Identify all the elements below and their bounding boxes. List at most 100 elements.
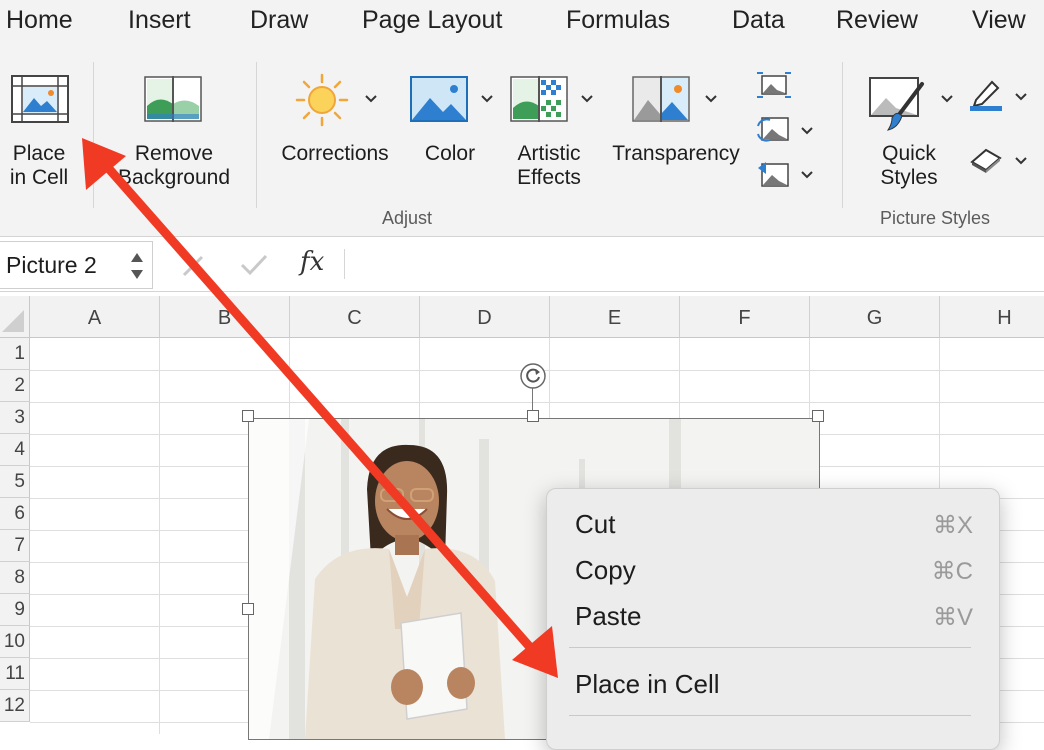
row-header-1[interactable]: 1 <box>0 338 30 370</box>
column-header-b[interactable]: B <box>160 296 290 338</box>
resize-handle-top[interactable] <box>527 410 539 422</box>
chevron-down-icon[interactable] <box>480 94 494 104</box>
change-picture-icon[interactable] <box>756 114 792 144</box>
menu-item-shortcut: ⌘V <box>932 604 973 631</box>
row-header-10[interactable]: 10 <box>0 626 30 658</box>
menu-item-paste[interactable]: Paste ⌘V <box>547 597 999 637</box>
row-header-8[interactable]: 8 <box>0 562 30 594</box>
menu-item-copy[interactable]: Copy ⌘C <box>547 551 999 591</box>
stepper-arrows-icon[interactable] <box>128 250 146 282</box>
rotate-handle-icon[interactable] <box>519 362 547 390</box>
row-header-2[interactable]: 2 <box>0 370 30 402</box>
row-header-4[interactable]: 4 <box>0 434 30 466</box>
row-header-7[interactable]: 7 <box>0 530 30 562</box>
place-in-cell-label: Place in Cell <box>9 142 69 189</box>
chevron-down-icon[interactable] <box>1014 92 1028 102</box>
resize-handle-top-left[interactable] <box>242 410 254 422</box>
remove-background-label: Remove Background <box>117 142 231 189</box>
chevron-down-icon[interactable] <box>580 94 594 104</box>
tab-view[interactable]: View <box>972 6 1026 35</box>
place-in-cell-button[interactable]: Place in Cell <box>0 48 84 198</box>
row-header-11[interactable]: 11 <box>0 658 30 690</box>
row-header-6[interactable]: 6 <box>0 498 30 530</box>
formula-bar: Picture 2 fx <box>0 237 1044 292</box>
corrections-label: Corrections <box>281 142 389 165</box>
insert-function-button[interactable]: fx <box>300 247 324 277</box>
color-button[interactable]: Color <box>406 48 498 198</box>
column-header-f[interactable]: F <box>680 296 810 338</box>
chevron-down-icon[interactable] <box>800 170 814 180</box>
corrections-button[interactable]: Corrections <box>272 48 398 198</box>
chevron-down-icon[interactable] <box>704 94 718 104</box>
formula-divider <box>344 249 345 279</box>
tab-insert[interactable]: Insert <box>128 6 191 35</box>
compress-pictures-icon[interactable] <box>756 70 792 100</box>
menu-item-label: Cut <box>575 509 616 539</box>
chevron-down-icon[interactable] <box>364 94 378 104</box>
transparency-icon <box>632 76 690 122</box>
context-menu: Cut ⌘X Copy ⌘C Paste ⌘V Place in Cell <box>546 488 1000 750</box>
resize-handle-left[interactable] <box>242 603 254 615</box>
menu-item-shortcut: ⌘X <box>932 512 973 539</box>
quick-styles-label: Quick Styles <box>880 142 938 189</box>
menu-separator <box>569 647 971 648</box>
row-header-5[interactable]: 5 <box>0 466 30 498</box>
name-box-value: Picture 2 <box>6 252 97 278</box>
ribbon-tab-bar: Home Insert Draw Page Layout Formulas Da… <box>0 0 1044 48</box>
tab-data[interactable]: Data <box>732 6 785 35</box>
tab-draw[interactable]: Draw <box>250 6 308 35</box>
artistic-effects-label: Artistic Effects <box>517 142 581 189</box>
column-gridline <box>159 338 160 734</box>
picture-format-ribbon: Place in Cell Remove Background Correcti… <box>0 48 1044 237</box>
name-box[interactable]: Picture 2 <box>0 241 153 289</box>
row-header-3[interactable]: 3 <box>0 402 30 434</box>
picture-tools-stack <box>756 70 816 200</box>
row-gridline <box>30 402 1044 403</box>
quick-styles-icon <box>869 77 924 131</box>
tab-formulas[interactable]: Formulas <box>566 6 670 35</box>
color-label: Color <box>424 142 476 165</box>
sun-icon <box>295 73 349 127</box>
quick-styles-button[interactable]: Quick Styles <box>858 48 958 198</box>
column-header-d[interactable]: D <box>420 296 550 338</box>
place-in-cell-icon <box>11 75 69 123</box>
formula-input[interactable] <box>356 243 1042 285</box>
row-header-12[interactable]: 12 <box>0 690 30 722</box>
artistic-effects-button[interactable]: Artistic Effects <box>506 48 604 198</box>
select-all-triangle-icon <box>2 310 24 332</box>
menu-item-label: Place in Cell <box>575 669 720 699</box>
artistic-effects-icon <box>510 76 568 122</box>
cancel-icon[interactable] <box>178 251 208 279</box>
row-header-9[interactable]: 9 <box>0 594 30 626</box>
reset-picture-icon[interactable] <box>756 158 792 188</box>
adjust-group-label: Adjust <box>382 208 433 228</box>
column-header-e[interactable]: E <box>550 296 680 338</box>
remove-background-icon <box>144 76 202 122</box>
menu-item-label: Copy <box>575 555 636 585</box>
column-header-a[interactable]: A <box>30 296 160 338</box>
menu-item-shortcut: ⌘C <box>931 558 973 585</box>
tab-review[interactable]: Review <box>836 6 918 35</box>
column-header-g[interactable]: G <box>810 296 940 338</box>
menu-item-label: Paste <box>575 601 642 631</box>
chevron-down-icon[interactable] <box>1014 156 1028 166</box>
tab-page-layout[interactable]: Page Layout <box>362 6 502 35</box>
picture-effects-icon[interactable] <box>968 144 1004 174</box>
transparency-label: Transparency <box>612 142 740 165</box>
picture-color-icon <box>410 76 468 122</box>
resize-handle-top-right[interactable] <box>812 410 824 422</box>
chevron-down-icon[interactable] <box>800 126 814 136</box>
column-header-h[interactable]: H <box>940 296 1044 338</box>
picture-border-icon[interactable] <box>968 78 1004 112</box>
chevron-down-icon[interactable] <box>940 94 954 104</box>
menu-item-cut[interactable]: Cut ⌘X <box>547 505 999 545</box>
picture-styles-group-label: Picture Styles <box>880 208 991 228</box>
column-header-c[interactable]: C <box>290 296 420 338</box>
menu-item-place-in-cell[interactable]: Place in Cell <box>547 665 999 705</box>
enter-checkmark-icon[interactable] <box>238 251 270 279</box>
select-all-button[interactable] <box>0 296 30 338</box>
menu-separator <box>569 715 971 716</box>
tab-home[interactable]: Home <box>6 6 73 35</box>
transparency-button[interactable]: Transparency <box>606 48 746 198</box>
remove-background-button[interactable]: Remove Background <box>108 48 240 198</box>
